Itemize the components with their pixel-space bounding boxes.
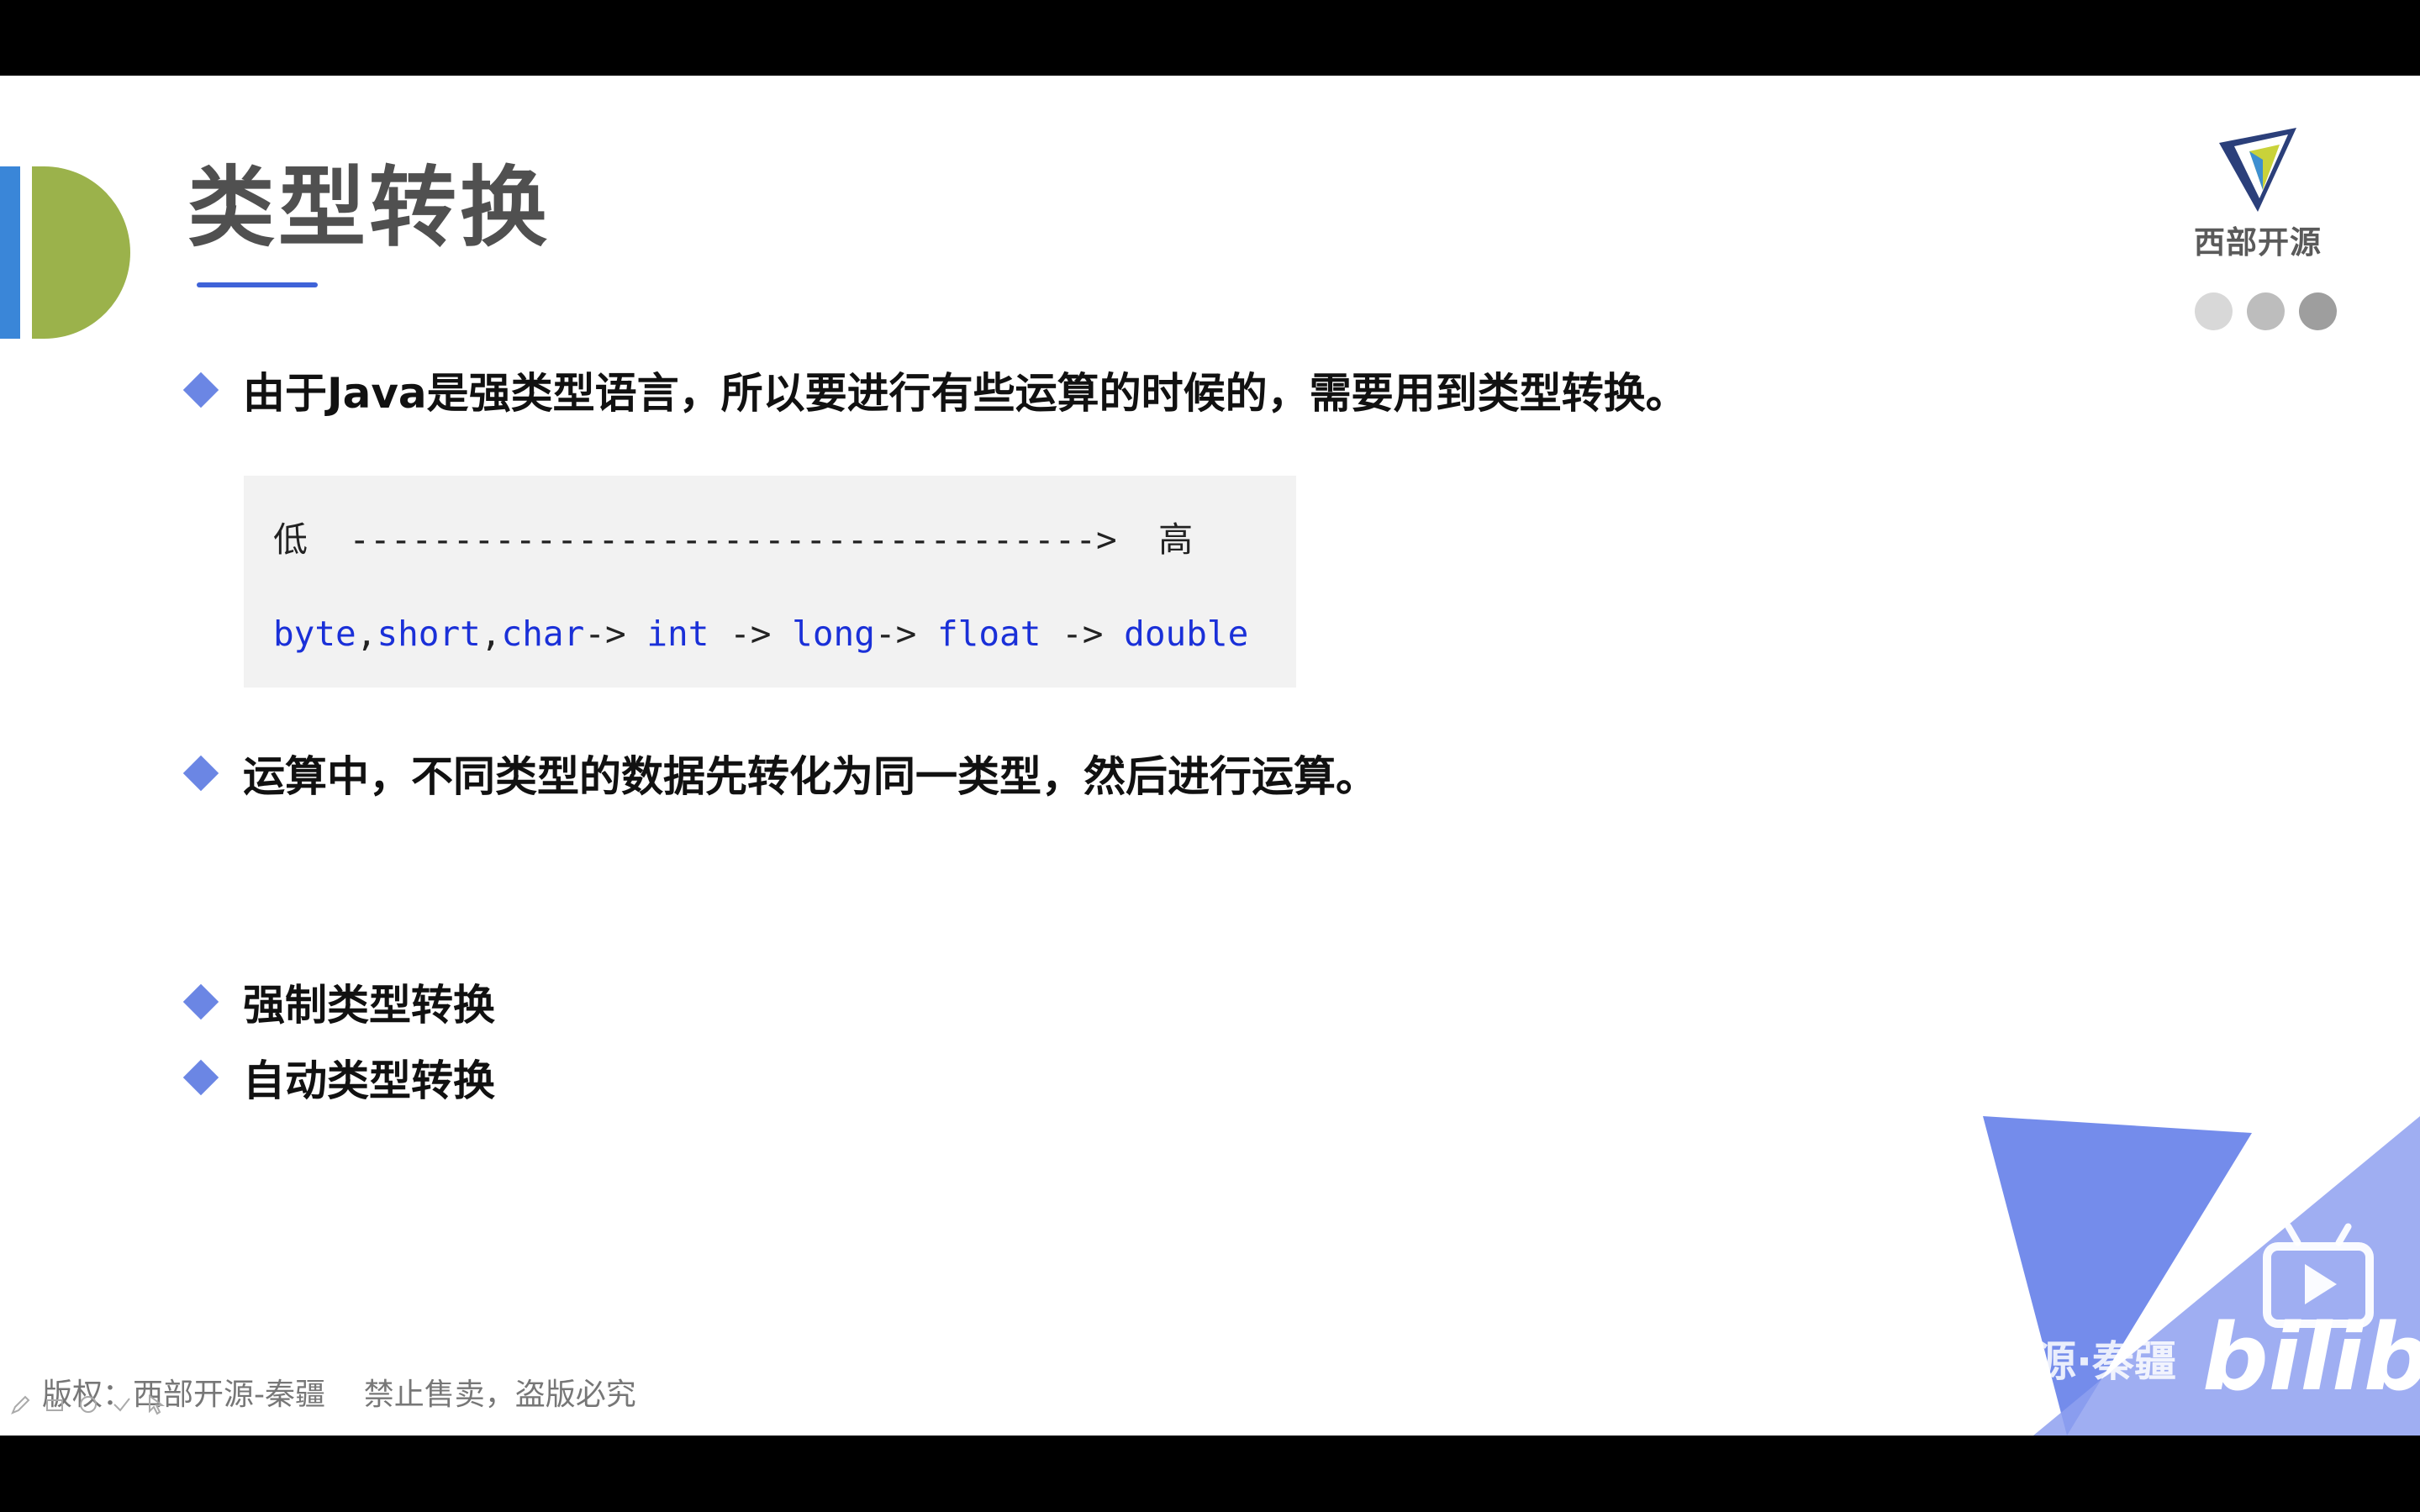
annotation-toolbar [10, 1393, 166, 1415]
play-icon [2305, 1264, 2337, 1304]
title-underline [197, 282, 318, 287]
diamond-bullet-icon [182, 983, 219, 1020]
undo-icon[interactable] [77, 1393, 99, 1415]
title-decoration-bar [0, 166, 20, 339]
type-token: char [501, 614, 585, 654]
bullet-text: 运算中，不同类型的数据先转化为同一类型，然后进行运算。 [243, 752, 1378, 801]
diamond-bullet-icon [182, 755, 219, 792]
bilibili-logo: bilibili [2202, 1304, 2420, 1411]
bullet-3: 强制类型转换 [182, 972, 495, 1032]
arrow-token: -> [1062, 614, 1104, 654]
type-token: float [936, 614, 1041, 654]
slide: 类型转换 西部开源 由于Java是强类型语言，所以要进行有些运算的时候的，需要用… [0, 76, 2420, 1436]
type-token: short [377, 614, 481, 654]
type-token: long [792, 614, 875, 654]
arrow: ------------------------------------> [349, 519, 1117, 560]
brand-name: 西部开源 [2194, 224, 2322, 261]
slide-dots [2195, 292, 2337, 330]
code-line-types: byte,short,char-> int -> long-> float ->… [273, 614, 1248, 654]
pen-icon[interactable] [10, 1393, 32, 1415]
bullet-1: 由于Java是强类型语言，所以要进行有些运算的时候的，需要用到类型转换。 [182, 360, 1688, 420]
separator: , [356, 614, 377, 654]
code-block: 低 ------------------------------------> … [244, 476, 1296, 688]
bullet-4: 自动类型转换 [182, 1047, 495, 1108]
arrow-token: -> [874, 614, 917, 654]
bullet-text: 自动类型转换 [243, 1056, 495, 1105]
brand-logo: 西部开源 [2186, 126, 2329, 262]
bullet-2: 运算中，不同类型的数据先转化为同一类型，然后进行运算。 [182, 743, 1378, 803]
dot-1 [2195, 292, 2233, 330]
arrow-token: -> [730, 614, 772, 654]
eraser-icon[interactable] [44, 1393, 66, 1415]
code-line-order: 低 ------------------------------------> … [273, 511, 1193, 561]
check-icon[interactable] [111, 1393, 133, 1415]
brand-logo-icon [2219, 128, 2296, 212]
diamond-bullet-icon [182, 1059, 219, 1096]
type-token: int [646, 614, 709, 654]
type-token: byte [273, 614, 356, 654]
dot-3 [2299, 292, 2337, 330]
bullet-text: 强制类型转换 [243, 981, 495, 1030]
separator: , [480, 614, 502, 654]
arrow-token: -> [584, 614, 626, 654]
dot-2 [2247, 292, 2285, 330]
low-label: 低 [273, 519, 308, 560]
watermark: 西部开源·秦疆 [1908, 1337, 2176, 1386]
pointer-icon[interactable] [145, 1393, 166, 1415]
bullet-text: 由于Java是强类型语言，所以要进行有些运算的时候的，需要用到类型转换。 [243, 369, 1688, 418]
title-decoration-disc [32, 166, 130, 339]
high-label: 高 [1158, 519, 1194, 560]
type-token: double [1124, 614, 1249, 654]
diamond-bullet-icon [182, 371, 219, 408]
page-title: 类型转换 [187, 156, 551, 259]
